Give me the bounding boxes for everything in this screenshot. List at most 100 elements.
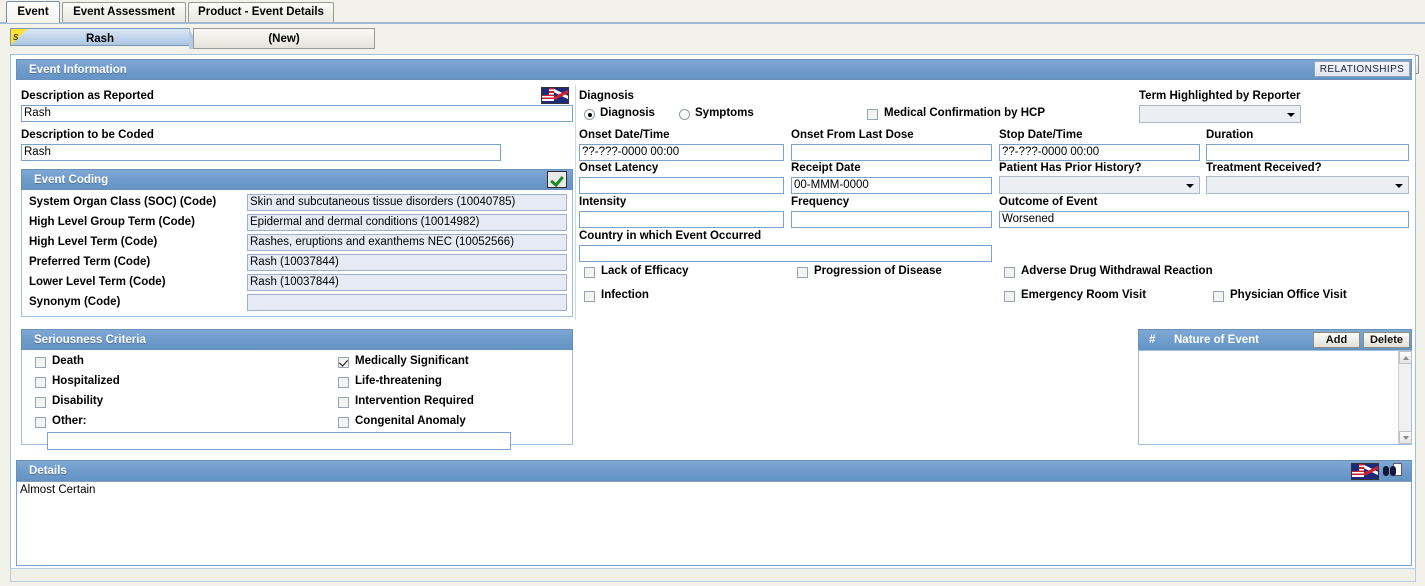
synonym-label: Synonym (Code) [29, 296, 121, 308]
country-label: Country in which Event Occurred [579, 230, 762, 242]
record-tab-bar: Rash S (New) ◀ ▶ [0, 26, 1425, 74]
treatment-received-select[interactable] [1206, 176, 1409, 194]
death-label: Death [52, 355, 84, 367]
hospitalized-checkbox[interactable] [35, 377, 46, 388]
disability-label: Disability [52, 395, 104, 407]
lack-of-efficacy-label: Lack of Efficacy [601, 265, 689, 277]
seriousness-other-input[interactable] [47, 432, 511, 450]
receipt-date-input[interactable]: 00-MMM-0000 [791, 177, 992, 194]
description-to-be-coded-label: Description to be Coded [21, 129, 154, 141]
status-bar [10, 568, 1416, 582]
frequency-label: Frequency [791, 196, 850, 208]
congenital-anomaly-checkbox[interactable] [338, 417, 349, 428]
relationships-button[interactable]: RELATIONSHIPS [1314, 61, 1410, 77]
llt-label: Lower Level Term (Code) [29, 276, 166, 288]
infection-checkbox[interactable] [584, 291, 595, 302]
details-textarea[interactable]: Almost Certain [16, 481, 1412, 566]
intensity-label: Intensity [579, 196, 627, 208]
scroll-up-icon[interactable] [1399, 351, 1412, 364]
synonym-value[interactable] [247, 294, 567, 311]
nature-of-event-scrollbar[interactable] [1398, 351, 1412, 444]
outcome-input[interactable]: Worsened [999, 211, 1409, 228]
life-threatening-checkbox[interactable] [338, 377, 349, 388]
binoculars-icon[interactable] [1383, 463, 1402, 477]
medically-significant-checkbox[interactable] [338, 357, 349, 368]
delete-button[interactable]: Delete [1363, 332, 1410, 348]
prior-history-label: Patient Has Prior History? [999, 162, 1142, 174]
tab-event[interactable]: Event [6, 1, 60, 23]
onset-datetime-label: Onset Date/Time [579, 129, 670, 141]
soc-value[interactable]: Skin and subcutaneous tissue disorders (… [247, 194, 567, 211]
hlt-value[interactable]: Rashes, eruptions and exanthems NEC (100… [247, 234, 567, 251]
stop-datetime-input[interactable]: ??-???-0000 00:00 [999, 144, 1200, 161]
radio-diagnosis-label: Diagnosis [600, 107, 655, 119]
other-label: Other: [52, 415, 87, 427]
uk-us-flag-icon[interactable] [541, 87, 569, 104]
physician-office-visit-label: Physician Office Visit [1230, 289, 1347, 301]
onset-datetime-input[interactable]: ??-???-0000 00:00 [579, 144, 784, 161]
term-highlighted-select[interactable] [1139, 105, 1301, 123]
intensity-input[interactable] [579, 211, 784, 228]
progression-of-disease-checkbox[interactable] [797, 267, 808, 278]
serious-marker-icon: S [11, 29, 27, 45]
term-highlighted-label: Term Highlighted by Reporter [1139, 90, 1301, 102]
emergency-room-visit-checkbox[interactable] [1004, 291, 1015, 302]
emergency-room-visit-label: Emergency Room Visit [1021, 289, 1147, 301]
description-as-reported-input[interactable]: Rash [21, 105, 573, 122]
application-window: Event Event Assessment Product - Event D… [0, 0, 1425, 586]
column-divider [575, 85, 576, 320]
radio-diagnosis[interactable] [584, 109, 595, 120]
event-form: Event Information RELATIONSHIPS Descript… [10, 54, 1416, 574]
life-threatening-label: Life-threatening [355, 375, 442, 387]
details-header: Details [16, 460, 1412, 481]
pt-value[interactable]: Rash (10037844) [247, 254, 567, 271]
infection-label: Infection [601, 289, 649, 301]
onset-from-last-dose-label: Onset From Last Dose [791, 129, 914, 141]
event-information-header: Event Information [16, 59, 1412, 80]
scroll-down-icon[interactable] [1399, 431, 1412, 444]
description-to-be-coded-input[interactable]: Rash [21, 144, 501, 161]
prior-history-select[interactable] [999, 176, 1200, 194]
country-input[interactable] [579, 245, 992, 262]
outcome-label: Outcome of Event [999, 196, 1098, 208]
hlgt-value[interactable]: Epidermal and dermal conditions (1001498… [247, 214, 567, 231]
green-check-icon[interactable] [547, 171, 567, 188]
lack-of-efficacy-checkbox[interactable] [584, 267, 595, 278]
details-uk-us-flag-icon[interactable] [1351, 463, 1379, 480]
record-tab-new[interactable]: (New) [193, 28, 375, 49]
hlt-label: High Level Term (Code) [29, 236, 158, 248]
radio-symptoms[interactable] [679, 109, 690, 120]
medical-confirmation-label: Medical Confirmation by HCP [884, 107, 1046, 119]
adverse-drug-withdrawal-reaction-checkbox[interactable] [1004, 267, 1015, 278]
seriousness-criteria-header: Seriousness Criteria [21, 329, 573, 350]
adverse-drug-withdrawal-reaction-label: Adverse Drug Withdrawal Reaction [1021, 265, 1213, 277]
hlgt-label: High Level Group Term (Code) [29, 216, 195, 228]
nature-of-event-col-title: Nature of Event [1174, 334, 1259, 346]
onset-latency-label: Onset Latency [579, 162, 659, 174]
nature-of-event-col-num: # [1149, 334, 1156, 346]
hospitalized-label: Hospitalized [52, 375, 120, 387]
onset-latency-input[interactable] [579, 177, 784, 194]
record-tab-label: Rash [85, 33, 115, 45]
tab-event-assessment[interactable]: Event Assessment [62, 2, 186, 22]
other-checkbox[interactable] [35, 417, 46, 428]
death-checkbox[interactable] [35, 357, 46, 368]
nature-of-event-list[interactable] [1138, 350, 1412, 445]
disability-checkbox[interactable] [35, 397, 46, 408]
llt-value[interactable]: Rash (10037844) [247, 274, 567, 291]
seriousness-criteria-body [21, 350, 573, 445]
tab-product-event-details[interactable]: Product - Event Details [188, 2, 334, 22]
intervention-required-checkbox[interactable] [338, 397, 349, 408]
add-button[interactable]: Add [1313, 332, 1360, 348]
physician-office-visit-checkbox[interactable] [1213, 291, 1224, 302]
onset-from-last-dose-input[interactable] [791, 144, 992, 161]
event-coding-header: Event Coding [21, 169, 573, 190]
diagnosis-group-label: Diagnosis [579, 90, 634, 102]
record-tab-rash[interactable]: Rash S [10, 28, 200, 49]
frequency-input[interactable] [791, 211, 992, 228]
medical-confirmation-checkbox[interactable] [867, 109, 878, 120]
duration-input[interactable] [1206, 144, 1409, 161]
medically-significant-label: Medically Significant [355, 355, 469, 367]
soc-label: System Organ Class (SOC) (Code) [29, 196, 217, 208]
pt-label: Preferred Term (Code) [29, 256, 151, 268]
